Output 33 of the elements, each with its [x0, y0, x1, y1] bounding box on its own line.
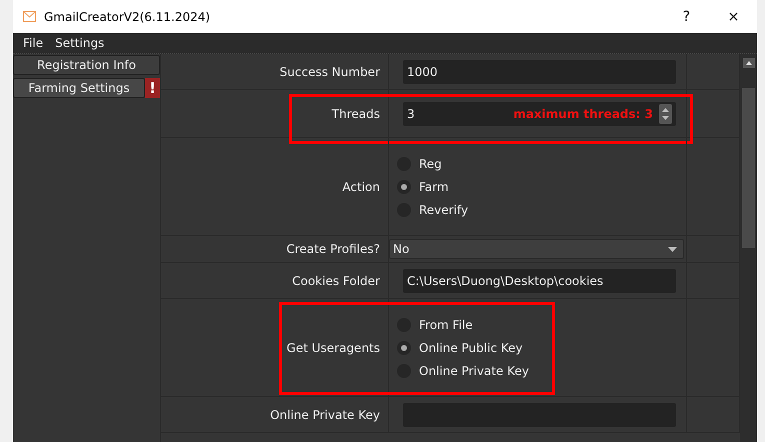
radio-option[interactable]: Farm	[397, 180, 468, 194]
field-label: Threads	[332, 106, 381, 120]
sidebar-item[interactable]: Farming Settings	[13, 78, 145, 98]
help-button[interactable]: ?	[663, 0, 710, 33]
window-title: GmailCreatorV2(6.11.2024)	[44, 10, 212, 24]
close-button[interactable]: ×	[710, 0, 757, 33]
text-field[interactable]: C:\Users\Duong\Desktop\cookies	[403, 268, 676, 292]
spin-field[interactable]: 3 maximum threads: 3	[403, 102, 676, 126]
caret-icon	[668, 246, 677, 252]
text-field[interactable]: 1000	[403, 60, 676, 84]
field-label: Get Useragents	[286, 340, 381, 354]
radio-option[interactable]: Online Private Key	[397, 364, 529, 378]
menu-item[interactable]: File	[19, 36, 48, 50]
menu-item[interactable]: Settings	[51, 36, 108, 50]
warning-badge: !	[145, 78, 160, 98]
spin-arrows-icon[interactable]	[659, 104, 672, 124]
field-label: Online Private Key	[270, 408, 381, 422]
field-label: Success Number	[280, 64, 381, 78]
field-label: Action	[342, 180, 381, 194]
scroll-up-icon[interactable]	[742, 58, 754, 68]
sidebar-item[interactable]: Registration Info	[13, 55, 160, 75]
field-label: Cookies Folder	[292, 274, 381, 288]
radio-icon[interactable]	[397, 180, 411, 194]
radio-option[interactable]: Reg	[397, 156, 468, 170]
mail-icon	[23, 11, 36, 22]
radio-option[interactable]: From File	[397, 318, 529, 332]
profiles-dropdown[interactable]: No	[389, 239, 684, 259]
threads-note: maximum threads: 3	[513, 106, 653, 120]
scrollbar[interactable]	[740, 54, 757, 442]
radio-option[interactable]: Reverify	[397, 202, 468, 216]
radio-icon[interactable]	[397, 340, 411, 354]
field-label: Create Profiles?	[286, 242, 381, 256]
radio-option[interactable]: Online Public Key	[397, 340, 529, 354]
